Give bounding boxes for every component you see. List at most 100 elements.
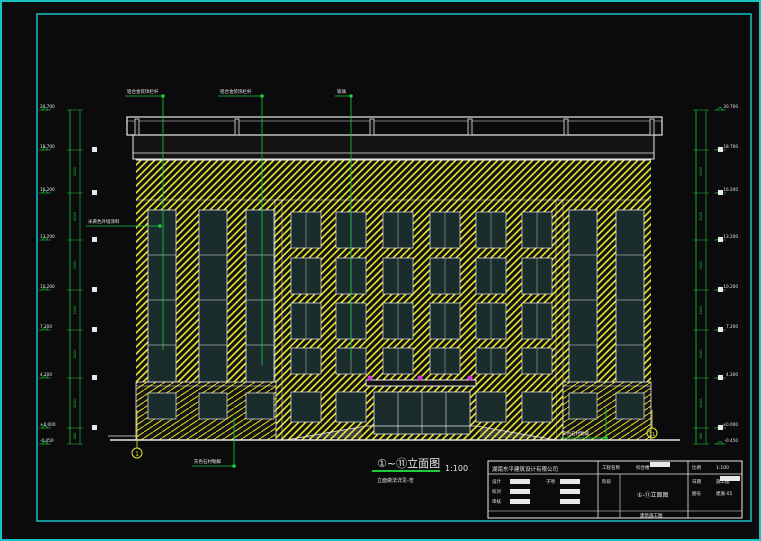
- canopy-lamp: [417, 375, 423, 381]
- dimension-value: 3000: [73, 349, 77, 359]
- level-marker: [716, 106, 724, 111]
- title-block-drawing-name: ①-⑪立面图: [637, 491, 669, 499]
- drawing-title-text: ①~⑪立面图: [377, 456, 440, 470]
- level-label: 7.200: [40, 324, 52, 329]
- dimension-value: 3000: [699, 349, 703, 359]
- title-block: 湖南东平建筑设计有限公司 工程名称 综合楼 ①-⑪立面图 设计 校对 审核 子项…: [487, 460, 743, 519]
- grid-label-right: 11: [649, 432, 655, 438]
- cornice: [132, 134, 655, 160]
- wing-window: [147, 209, 177, 383]
- level-label: 13.200: [723, 234, 738, 239]
- canopy-lamp: [367, 375, 373, 381]
- parapet-post: [649, 118, 655, 136]
- ground-center-window: [475, 391, 507, 423]
- dimension-value: 3000: [73, 260, 77, 270]
- level-label: 18.700: [40, 144, 55, 149]
- dimension-value: 3000: [73, 166, 77, 176]
- title-block-footer: 建筑施工图: [640, 512, 663, 519]
- level-square: [92, 147, 97, 152]
- ground-window: [615, 392, 645, 420]
- callout-top1: 铝合金装饰栏杆: [127, 88, 159, 95]
- ground-window: [198, 392, 228, 420]
- level-square: [92, 327, 97, 332]
- dimension-value: 3000: [699, 166, 703, 176]
- title-block-project: 综合楼: [636, 464, 650, 471]
- frieze: [140, 162, 647, 192]
- title-block-cell: [560, 479, 580, 484]
- wing-window: [198, 209, 228, 383]
- pilaster-right: [555, 199, 564, 441]
- title-block-cell: [650, 462, 670, 467]
- title-block-company: 湖南东平建筑设计有限公司: [492, 465, 558, 473]
- ground-center-window: [290, 391, 322, 423]
- title-block-label-design: 设计: [492, 478, 501, 485]
- level-square: [92, 375, 97, 380]
- level-label: 20.700: [723, 104, 738, 109]
- title-block-label-stage: 阶段: [602, 478, 611, 485]
- dimension-value: 3000: [699, 211, 703, 221]
- level-label: 16.200: [40, 187, 55, 192]
- dimension-value: 3000: [699, 260, 703, 270]
- parapet-post: [234, 118, 240, 136]
- dimension-value: 4200: [699, 398, 703, 408]
- level-label: 13.200: [40, 234, 55, 239]
- dimension-value: 3000: [699, 305, 703, 315]
- level-label: -0.450: [725, 438, 739, 443]
- level-label: 10.200: [40, 284, 55, 289]
- dimension-chain-right: 20.700 18.700 16.200 3000 13.200 3000 10.200 30…: [693, 104, 739, 445]
- dimension-value: 450: [73, 432, 77, 440]
- dimension-chain-left: 20.700 18.700 16.200 3000 13.200 3000 10.200 30…: [39, 104, 97, 445]
- title-block-label-sub: 子项: [546, 478, 555, 485]
- level-square: [718, 327, 723, 332]
- level-square: [718, 190, 723, 195]
- parapet-post: [134, 118, 140, 136]
- title-block-cell: [720, 476, 740, 481]
- level-square: [718, 287, 723, 292]
- ground-center-window: [521, 391, 553, 423]
- title-block-label-sheet: 图号: [692, 491, 701, 497]
- title-block-cell: [560, 489, 580, 494]
- building-elevation: [108, 116, 680, 441]
- wing-window: [615, 209, 645, 383]
- level-label: -0.450: [40, 438, 54, 443]
- canopy-lamp: [467, 375, 473, 381]
- dimension-value: 3000: [73, 211, 77, 221]
- wing-window: [245, 209, 275, 383]
- level-label: 20.700: [40, 104, 55, 109]
- callout-side: 米黄色外墙涂料: [88, 218, 120, 225]
- title-block-label-approve: 审核: [492, 498, 501, 505]
- level-label: 4.200: [40, 372, 52, 377]
- level-square: [718, 425, 723, 430]
- level-square: [718, 237, 723, 242]
- leader-dot: [604, 436, 608, 440]
- title-block-sheet: 建施-05: [716, 490, 732, 497]
- parapet-post: [369, 118, 375, 136]
- title-block-cell: [560, 499, 580, 504]
- callout-top3: 玻璃: [337, 88, 346, 95]
- parapet-post: [563, 118, 569, 136]
- title-block-label-project: 工程名称: [602, 464, 620, 471]
- level-square: [92, 287, 97, 292]
- level-square: [92, 190, 97, 195]
- level-label: 7.200: [726, 324, 738, 329]
- leader-dot: [158, 224, 162, 228]
- title-block-scale: 1:100: [716, 465, 729, 471]
- level-square: [92, 237, 97, 242]
- title-block-cell: [510, 479, 530, 484]
- level-label: ±0.000: [723, 422, 739, 427]
- leader-dot: [232, 464, 236, 468]
- level-square: [718, 147, 723, 152]
- grid-label-left: 1: [135, 451, 139, 458]
- ground-window: [245, 392, 275, 420]
- level-label: 18.700: [723, 144, 738, 149]
- parapet: [126, 116, 663, 136]
- callout-bottom-left: 灰色石材勒脚: [194, 458, 221, 465]
- title-block-cell: [510, 499, 530, 504]
- callout-top2: 铝合金装饰栏杆: [220, 88, 252, 95]
- title-block-cell: [510, 489, 530, 494]
- level-label: ±0.000: [40, 422, 56, 427]
- level-label: 4.200: [726, 372, 738, 377]
- elevation-drawing: 20.700 18.700 16.200 3000 13.200 3000 10.200 30…: [0, 0, 761, 541]
- drawing-sheet: 20.700 18.700 16.200 3000 13.200 3000 10.200 30…: [0, 0, 761, 541]
- level-label: 16.200: [723, 187, 738, 192]
